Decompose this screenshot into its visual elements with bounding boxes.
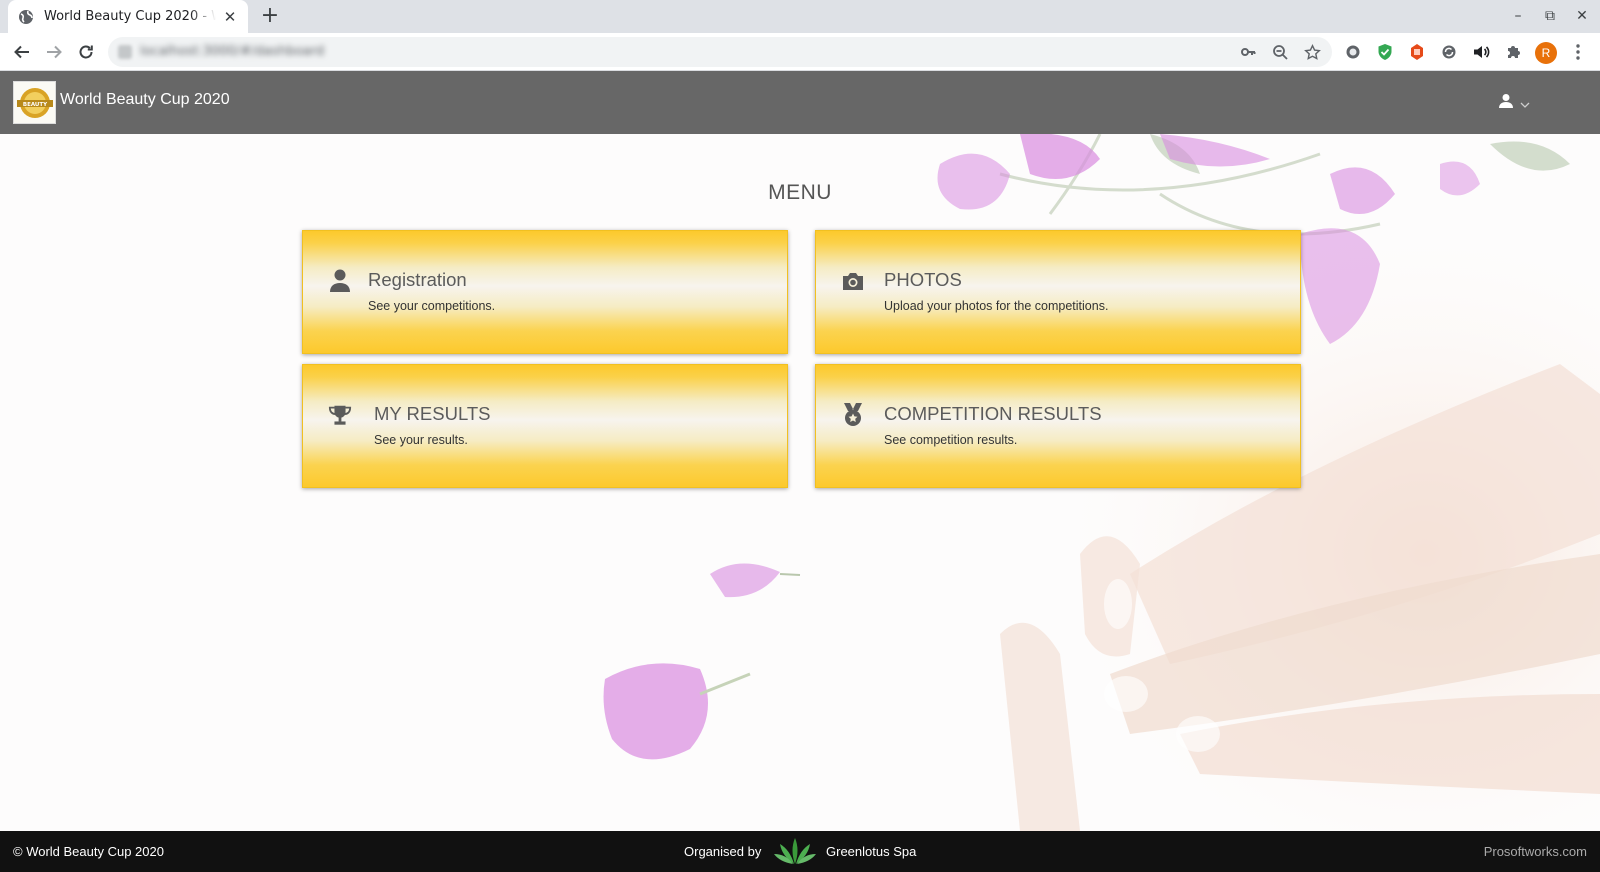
card-title: COMPETITION RESULTS <box>884 403 1102 424</box>
card-title: Registration <box>368 269 467 290</box>
globe-icon <box>18 9 34 25</box>
tab-title: World Beauty Cup 2020 - W <box>44 9 216 24</box>
extension-circle-icon[interactable] <box>1343 42 1363 62</box>
lotus-logo-icon[interactable] <box>772 836 818 866</box>
card-description: See competition results. <box>884 433 1018 447</box>
user-icon <box>1498 93 1514 113</box>
forward-icon[interactable] <box>41 39 67 65</box>
copyright-text: © World Beauty Cup 2020 <box>13 844 164 859</box>
browser-tab[interactable]: World Beauty Cup 2020 - W ✕ <box>8 0 248 33</box>
restore-icon[interactable]: ⧉ <box>1540 6 1560 26</box>
brand-title[interactable]: World Beauty Cup 2020 <box>60 91 230 109</box>
browser-toolbar: localhost:3000/#/dashboard R <box>0 33 1600 71</box>
site-info-icon[interactable] <box>118 45 132 59</box>
camera-icon <box>841 269 865 293</box>
key-icon[interactable] <box>1238 42 1258 62</box>
back-icon[interactable] <box>9 39 35 65</box>
zoom-out-icon[interactable] <box>1270 42 1290 62</box>
user-icon <box>328 269 352 293</box>
background-image <box>0 134 1600 831</box>
profile-avatar[interactable]: R <box>1535 42 1557 64</box>
address-bar[interactable]: localhost:3000/#/dashboard <box>108 37 1332 67</box>
new-tab-button[interactable]: + <box>258 5 282 29</box>
speaker-icon[interactable] <box>1471 42 1491 62</box>
reload-icon[interactable] <box>73 39 99 65</box>
brand-logo[interactable]: BEAUTY <box>13 81 56 124</box>
organised-by-label: Organised by <box>684 844 762 859</box>
photos-card[interactable]: PHOTOS Upload your photos for the compet… <box>815 230 1301 354</box>
extensions-puzzle-icon[interactable] <box>1503 42 1523 62</box>
browser-menu-icon[interactable] <box>1568 42 1588 62</box>
minimize-icon[interactable]: – <box>1508 6 1528 26</box>
credit-link[interactable]: Prosoftworks.com <box>1484 844 1587 859</box>
trophy-icon <box>328 403 352 427</box>
footer: © World Beauty Cup 2020 Organised by Gre… <box>0 831 1600 872</box>
card-title: PHOTOS <box>884 269 962 290</box>
medal-icon <box>841 403 865 427</box>
window-close-icon[interactable]: ✕ <box>1572 6 1592 26</box>
red-extension-icon[interactable] <box>1407 42 1427 62</box>
svg-text:BEAUTY: BEAUTY <box>22 101 47 107</box>
organiser-link[interactable]: Greenlotus Spa <box>826 844 916 859</box>
chevron-down-icon <box>1520 94 1530 113</box>
address-url: localhost:3000/#/dashboard <box>140 44 325 59</box>
card-description: Upload your photos for the competitions. <box>884 299 1109 313</box>
card-title: MY RESULTS <box>374 403 491 424</box>
competition-results-card[interactable]: COMPETITION RESULTS See competition resu… <box>815 364 1301 488</box>
bookmark-star-icon[interactable] <box>1302 42 1322 62</box>
user-menu[interactable] <box>1498 93 1530 113</box>
shield-icon[interactable] <box>1375 42 1395 62</box>
registration-card[interactable]: Registration See your competitions. <box>302 230 788 354</box>
my-results-card[interactable]: MY RESULTS See your results. <box>302 364 788 488</box>
card-description: See your competitions. <box>368 299 496 313</box>
browser-tabstrip: World Beauty Cup 2020 - W ✕ + – ⧉ ✕ <box>0 0 1600 33</box>
app-header: BEAUTY World Beauty Cup 2020 <box>0 71 1600 134</box>
tab-close-icon[interactable]: ✕ <box>222 9 238 25</box>
menu-title: MENU <box>768 181 832 204</box>
sync-extension-icon[interactable] <box>1439 42 1459 62</box>
card-description: See your results. <box>374 433 468 447</box>
main-content: MENU Registration See your competitions.… <box>0 134 1600 831</box>
